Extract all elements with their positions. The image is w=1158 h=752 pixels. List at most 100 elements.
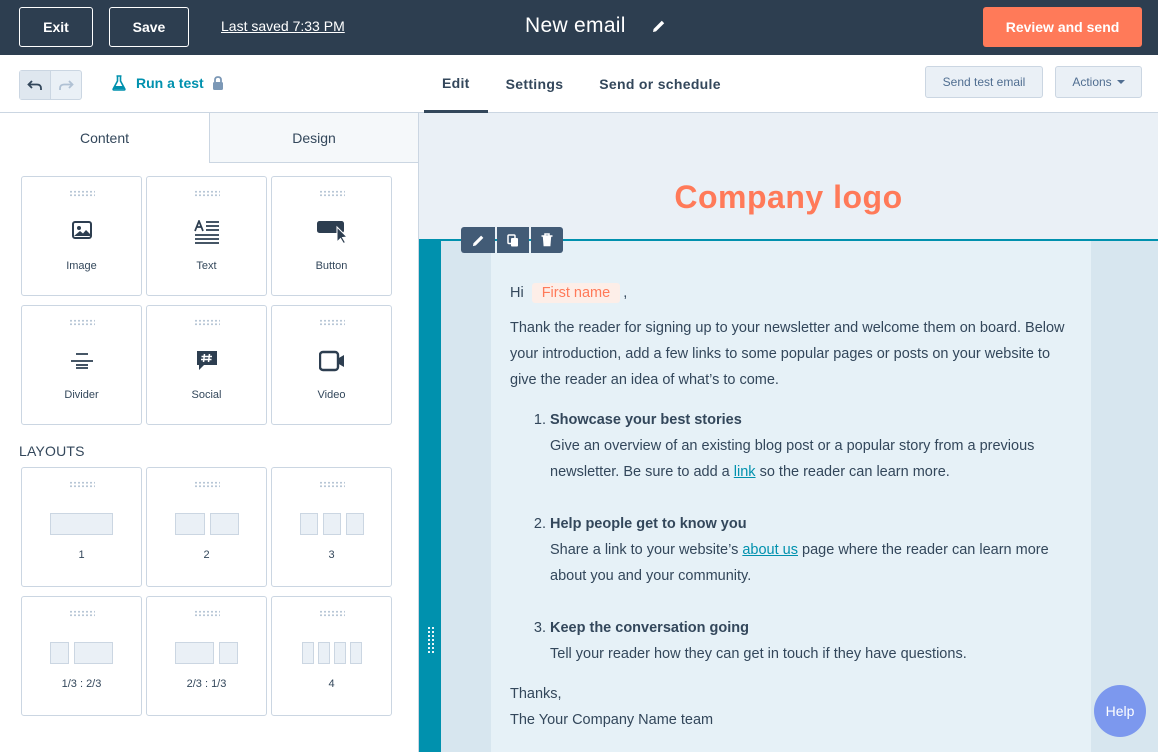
email-body-module[interactable]: Hi First name , Thank the reader for sig… [491, 241, 1091, 752]
drag-grip-icon [194, 610, 220, 617]
tab-design[interactable]: Design [209, 113, 418, 163]
column-box [322, 513, 341, 535]
list-item: Showcase your best stories Give an overv… [550, 407, 1076, 485]
actions-label: Actions [1072, 75, 1112, 89]
column-box [74, 642, 113, 664]
greeting-prefix: Hi [510, 285, 524, 301]
video-icon [318, 350, 344, 372]
layout-1[interactable]: 1 [21, 467, 142, 587]
column-box [317, 642, 330, 664]
about-us-link[interactable]: about us [742, 542, 798, 558]
delete-module-button[interactable] [531, 227, 563, 253]
list-item-text: so the reader can learn more. [755, 464, 950, 480]
layout-2-3-1-3[interactable]: 2/3 : 1/3 [146, 596, 267, 716]
layout-label: 3 [328, 549, 335, 561]
exit-button[interactable]: Exit [19, 7, 93, 47]
redo-button[interactable] [51, 71, 81, 99]
review-and-send-button[interactable]: Review and send [983, 7, 1142, 47]
module-text[interactable]: Text [146, 176, 267, 296]
layout-3[interactable]: 3 [271, 467, 392, 587]
module-label: Button [315, 260, 348, 272]
company-logo[interactable]: Company logo [419, 179, 1158, 216]
help-button[interactable]: Help [1094, 685, 1146, 737]
column-box [345, 513, 364, 535]
first-name-token[interactable]: First name [531, 283, 621, 303]
module-divider[interactable]: Divider [21, 305, 142, 425]
button-icon [316, 221, 348, 244]
module-label: Video [317, 389, 346, 401]
greeting-suffix: , [623, 285, 628, 301]
left-panel: Content Design Image Text Button Divider… [0, 113, 419, 752]
social-icon [196, 351, 217, 370]
editor-tabs: Edit Settings Send or schedule [424, 55, 739, 113]
drag-grip-icon [319, 481, 345, 488]
list-item: Help people get to know you Share a link… [550, 511, 1076, 589]
module-button[interactable]: Button [271, 176, 392, 296]
editor-toolbar: Run a test Edit Settings Send or schedul… [0, 55, 1158, 113]
section-selection-bar[interactable] [419, 241, 441, 752]
redo-icon [58, 80, 74, 90]
column-box [301, 642, 314, 664]
drag-handle-icon[interactable] [427, 626, 435, 654]
module-social[interactable]: Social [146, 305, 267, 425]
save-button[interactable]: Save [109, 7, 189, 47]
signoff-line: Thanks, [510, 686, 562, 702]
list-item-title: Help people get to know you [550, 516, 747, 532]
layout-label: 2 [203, 549, 210, 561]
text-icon [193, 220, 219, 244]
actions-dropdown[interactable]: Actions [1055, 66, 1142, 98]
clone-module-button[interactable] [497, 227, 529, 253]
send-test-email-button[interactable]: Send test email [925, 66, 1043, 98]
module-toolbar [461, 227, 563, 253]
layout-label: 1/3 : 2/3 [61, 678, 102, 690]
tab-settings[interactable]: Settings [488, 55, 582, 113]
link[interactable]: link [734, 464, 756, 480]
module-video[interactable]: Video [271, 305, 392, 425]
trash-icon [541, 233, 553, 247]
module-label: Divider [64, 389, 99, 401]
undo-button[interactable] [20, 71, 51, 99]
list-item-text: Share a link to your website’s [550, 542, 743, 558]
column-box [299, 513, 318, 535]
flask-icon [112, 75, 126, 91]
layout-label: 4 [328, 678, 335, 690]
intro-paragraph: Thank the reader for signing up to your … [510, 320, 1065, 388]
column-box [349, 642, 362, 664]
module-image[interactable]: Image [21, 176, 142, 296]
tab-edit[interactable]: Edit [424, 55, 488, 113]
layout-4[interactable]: 4 [271, 596, 392, 716]
lock-icon [212, 76, 223, 90]
last-saved-link[interactable]: Last saved 7:33 PM [221, 18, 345, 34]
drag-grip-icon [69, 481, 95, 488]
drag-grip-icon [69, 190, 95, 197]
divider-icon [70, 353, 93, 369]
drag-grip-icon [319, 319, 345, 326]
drag-grip-icon [194, 190, 220, 197]
top-bar: Exit Save Last saved 7:33 PM New email R… [0, 0, 1158, 55]
drag-grip-icon [319, 190, 345, 197]
image-icon [71, 221, 92, 239]
drag-grip-icon [194, 481, 220, 488]
tab-send-or-schedule[interactable]: Send or schedule [581, 55, 739, 113]
email-title[interactable]: New email [525, 14, 626, 38]
module-label: Image [66, 260, 97, 272]
greeting-line: Hi First name , [510, 280, 1076, 306]
edit-module-button[interactable] [461, 227, 495, 253]
layout-label: 2/3 : 1/3 [186, 678, 227, 690]
column-box [174, 513, 205, 535]
caret-down-icon [1116, 80, 1125, 84]
layout-1-3-2-3[interactable]: 1/3 : 2/3 [21, 596, 142, 716]
run-a-test-link[interactable]: Run a test [112, 75, 224, 91]
email-canvas: Company logo Hi First name , Thank the r… [419, 113, 1158, 752]
column-box [50, 513, 113, 535]
email-header[interactable]: Company logo [419, 113, 1158, 240]
layout-2[interactable]: 2 [146, 467, 267, 587]
rich-text-content[interactable]: Hi First name , Thank the reader for sig… [510, 280, 1076, 733]
layout-label: 1 [78, 549, 85, 561]
pencil-icon[interactable] [652, 19, 666, 33]
list-item: Keep the conversation going Tell your re… [550, 615, 1076, 667]
undo-redo-group [19, 70, 82, 100]
column-box [209, 513, 239, 535]
tab-content[interactable]: Content [0, 113, 209, 163]
drag-grip-icon [194, 319, 220, 326]
